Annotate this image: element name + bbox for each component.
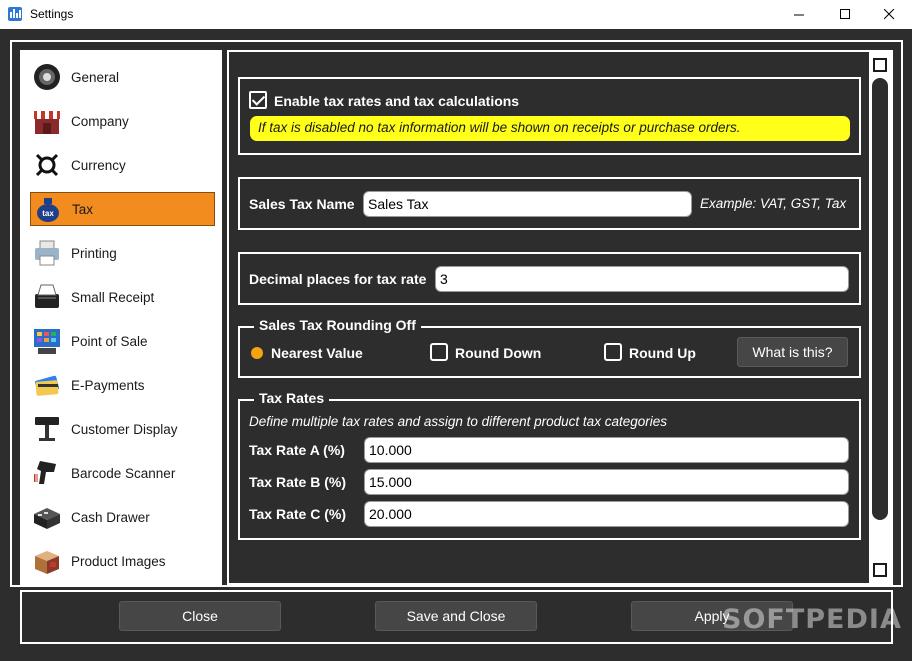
sidebar-item-label: Cash Drawer (71, 509, 150, 525)
title-bar: Settings (0, 0, 912, 29)
radio-round-down[interactable] (430, 343, 448, 361)
radio-round-up[interactable] (604, 343, 622, 361)
radio-round-down-label[interactable]: Round Down (455, 345, 541, 361)
sidebar-item-customer-display[interactable]: Customer Display (30, 412, 215, 446)
sidebar-item-label: General (71, 69, 120, 85)
rounding-legend: Sales Tax Rounding Off (254, 317, 421, 333)
sidebar-item-label: Small Receipt (71, 289, 155, 305)
product-box-icon (32, 546, 62, 576)
tax-bag-icon: tax (33, 194, 63, 224)
sidebar-item-general[interactable]: General (30, 60, 215, 94)
decimal-places-label: Decimal places for tax rate (249, 271, 427, 287)
window-title: Settings (30, 7, 74, 21)
sidebar-item-point-of-sale[interactable]: Point of Sale (30, 324, 215, 358)
speaker-icon (32, 62, 62, 92)
close-window-button[interactable] (866, 0, 912, 29)
radio-round-up-label[interactable]: Round Up (629, 345, 696, 361)
sales-tax-name-label: Sales Tax Name (249, 196, 355, 212)
sidebar-item-label: Company (71, 113, 129, 129)
scroll-thumb[interactable] (872, 78, 888, 520)
receipt-printer-icon (32, 282, 62, 312)
close-icon (883, 9, 894, 20)
enable-tax-label[interactable]: Enable tax rates and tax calculations (274, 93, 519, 109)
tax-rate-a-input[interactable]: 10.000 (364, 437, 849, 463)
tax-rate-b-label: Tax Rate B (%) (249, 474, 346, 490)
tax-disabled-warning: If tax is disabled no tax information wi… (250, 116, 850, 141)
radio-nearest-value[interactable] (251, 347, 263, 359)
sidebar-item-e-payments[interactable]: E-Payments (30, 368, 215, 402)
sales-tax-name-input[interactable]: Sales Tax (363, 191, 692, 217)
softpedia-watermark: SOFTPEDIA (722, 604, 902, 635)
sidebar-item-label: Tax (72, 201, 94, 217)
tax-rate-c-label: Tax Rate C (%) (249, 506, 346, 522)
credit-cards-icon (32, 370, 62, 400)
tax-rate-a-label: Tax Rate A (%) (249, 442, 345, 458)
enable-tax-checkbox[interactable] (249, 91, 267, 109)
maximize-button[interactable] (822, 0, 868, 29)
tax-rate-c-input[interactable]: 20.000 (364, 501, 849, 527)
vertical-scrollbar[interactable] (869, 52, 891, 583)
sidebar-item-label: Customer Display (71, 421, 178, 437)
sidebar-item-label: Printing (71, 245, 117, 261)
minimize-icon (793, 14, 804, 16)
app-icon (8, 7, 22, 21)
sidebar-item-tax[interactable]: tax Tax (30, 192, 215, 226)
sales-tax-name-example: Example: VAT, GST, Tax (700, 196, 847, 211)
storefront-icon (32, 106, 62, 136)
sidebar-item-cash-drawer[interactable]: Cash Drawer (30, 500, 215, 534)
save-and-close-button[interactable]: Save and Close (375, 601, 537, 631)
pos-terminal-icon (32, 326, 62, 356)
sidebar-item-printing[interactable]: Printing (30, 236, 215, 270)
radio-nearest-value-label[interactable]: Nearest Value (271, 345, 363, 361)
close-button[interactable]: Close (119, 601, 281, 631)
sidebar-item-label: Product Images (71, 553, 166, 569)
cash-drawer-icon (32, 502, 62, 532)
barcode-scanner-icon (32, 458, 62, 488)
tax-rate-b-input[interactable]: 15.000 (364, 469, 849, 495)
currency-icon (32, 150, 62, 180)
sidebar-item-product-images[interactable]: Product Images (30, 544, 215, 578)
sidebar-item-label: E-Payments (71, 377, 145, 393)
sidebar-item-label: Point of Sale (71, 333, 148, 349)
sidebar-item-small-receipt[interactable]: Small Receipt (30, 280, 215, 314)
scroll-up-button[interactable] (873, 58, 887, 72)
printer-icon (32, 238, 62, 268)
sidebar-item-label: Barcode Scanner (71, 465, 176, 481)
scroll-down-button[interactable] (873, 563, 887, 577)
svg-text:tax: tax (42, 209, 54, 218)
what-is-this-button[interactable]: What is this? (737, 337, 848, 367)
sidebar-item-company[interactable]: Company (30, 104, 215, 138)
settings-sidebar: General Company Currency tax Tax Printin… (20, 50, 222, 585)
minimize-button[interactable] (776, 0, 822, 29)
sidebar-item-currency[interactable]: Currency (30, 148, 215, 182)
pole-display-icon (32, 414, 62, 444)
sidebar-item-barcode-scanner[interactable]: Barcode Scanner (30, 456, 215, 490)
sidebar-item-label: Currency (71, 157, 126, 173)
maximize-icon (839, 9, 850, 19)
tax-rates-description: Define multiple tax rates and assign to … (249, 414, 667, 429)
tax-rates-legend: Tax Rates (254, 390, 330, 406)
decimal-places-input[interactable]: 3 (435, 266, 849, 292)
